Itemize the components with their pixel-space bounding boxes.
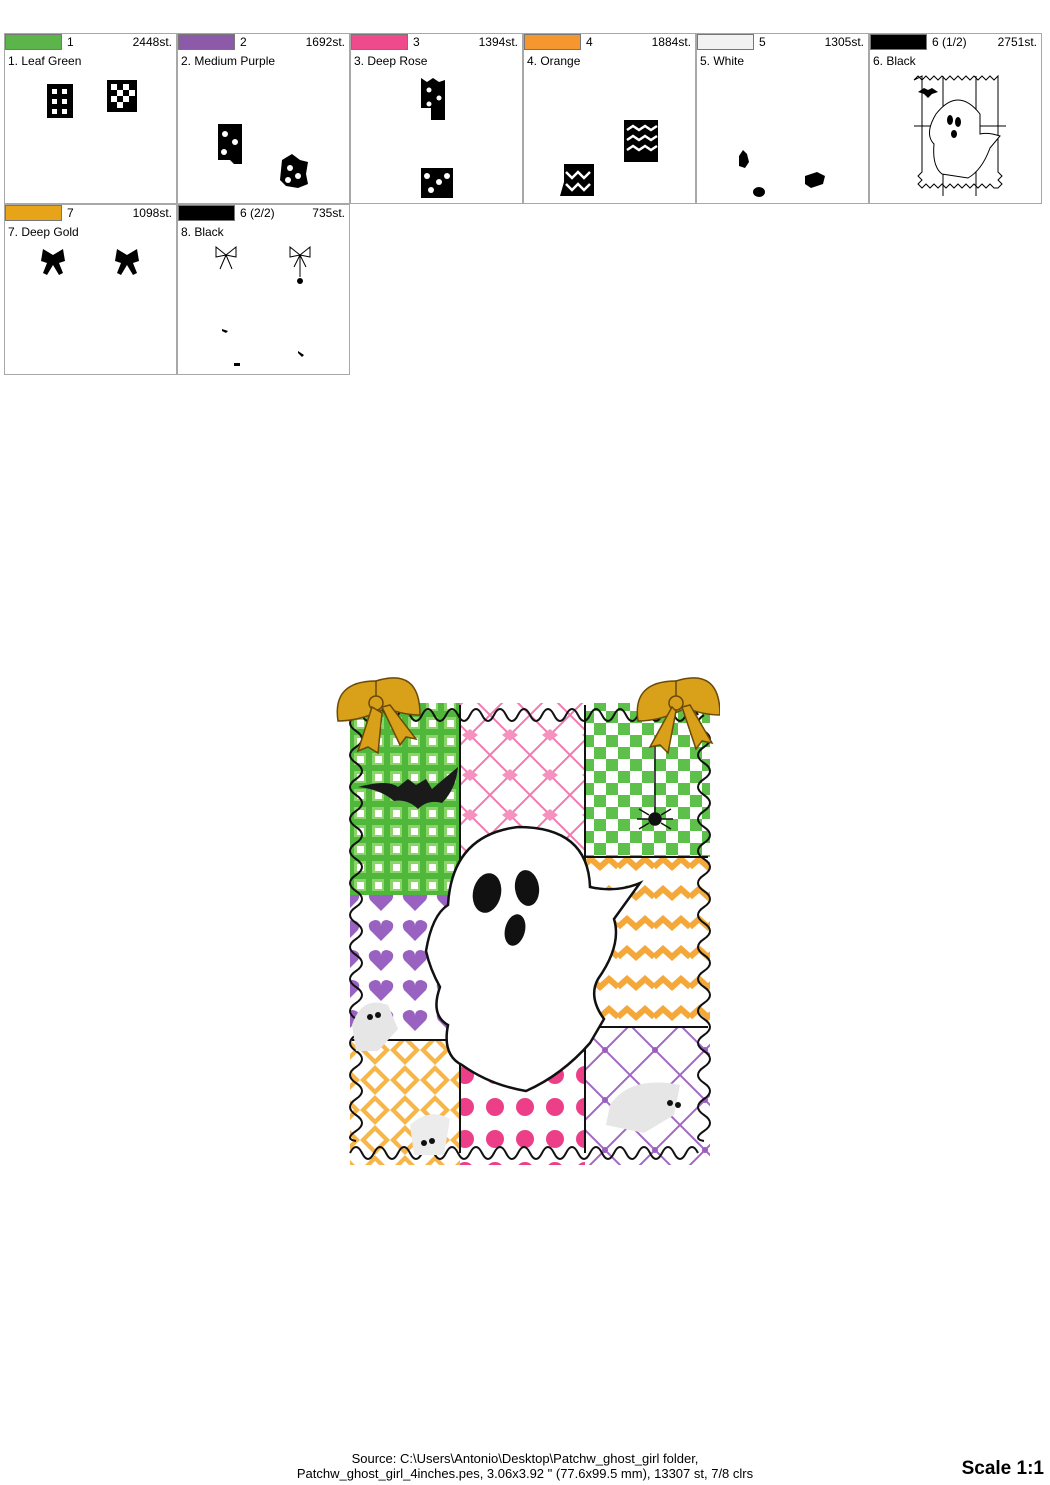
color-index: 6 (2/2) [240,206,275,220]
color-index: 5 [759,35,766,49]
stitch-count: 1098st. [132,206,172,220]
stitch-count: 735st. [312,206,345,220]
color-swatch [351,34,408,50]
thumbnail-deep-rose [421,78,453,198]
color-index: 6 (1/2) [932,35,967,49]
color-name: 2. Medium Purple [181,54,276,68]
source-line-1: Source: C:\Users\Antonio\Desktop\Patchw_… [351,1451,699,1466]
scale-label: Scale 1:1 [961,1458,1044,1479]
color-name: 6. Black [873,54,916,68]
color-swatch [5,205,62,221]
color-swatch [524,34,581,50]
thumbnail-orange [560,120,658,196]
color-index: 3 [413,35,420,49]
color-index: 1 [67,35,74,49]
color-name: 3. Deep Rose [354,54,428,68]
color-index: 4 [586,35,593,49]
color-swatch [178,34,235,50]
thumbnail-medium-purple [218,124,308,188]
thumbnail-white [739,150,825,197]
stitch-count: 1394st. [478,35,518,49]
color-name: 4. Orange [527,54,581,68]
thumbnail-deep-gold [41,249,139,275]
color-cell-8: 6 (2/2) 735st. 8. Black [177,204,350,375]
color-cell-5: 5 1305st. 5. White [696,33,869,204]
color-index: 2 [240,35,247,49]
color-swatch [870,34,927,50]
color-swatch [697,34,754,50]
stitch-count: 1692st. [305,35,345,49]
thumbnail-black-outline [913,74,1006,196]
color-cell-3: 3 1394st. 3. Deep Rose [350,33,523,204]
stitch-count: 2448st. [132,35,172,49]
color-cell-2: 2 1692st. 2. Medium Purple [177,33,350,204]
stitch-count: 1305st. [824,35,864,49]
color-swatch [178,205,235,221]
embroidery-preview [336,677,720,1165]
color-swatch [5,34,62,50]
source-line-2: Patchw_ghost_girl_4inches.pes, 3.06x3.92… [296,1466,754,1481]
color-cell-4: 4 1884st. 4. Orange [523,33,696,204]
color-name: 1. Leaf Green [8,54,82,68]
thumbnail-leaf-green [47,80,137,118]
color-cell-1: 1 2448st. 1. Leaf Green [4,33,177,204]
thumbnail-black-details [215,245,311,366]
source-info: Source: C:\Users\Antonio\Desktop\Patchw_… [0,1451,1050,1481]
color-index: 7 [67,206,74,220]
color-name: 7. Deep Gold [8,225,79,239]
stitch-count: 2751st. [997,35,1037,49]
color-name: 8. Black [181,225,224,239]
color-cell-6: 6 (1/2) 2751st. 6. Black [869,33,1042,204]
stitch-count: 1884st. [651,35,691,49]
color-cell-7: 7 1098st. 7. Deep Gold [4,204,177,375]
color-name: 5. White [700,54,745,68]
